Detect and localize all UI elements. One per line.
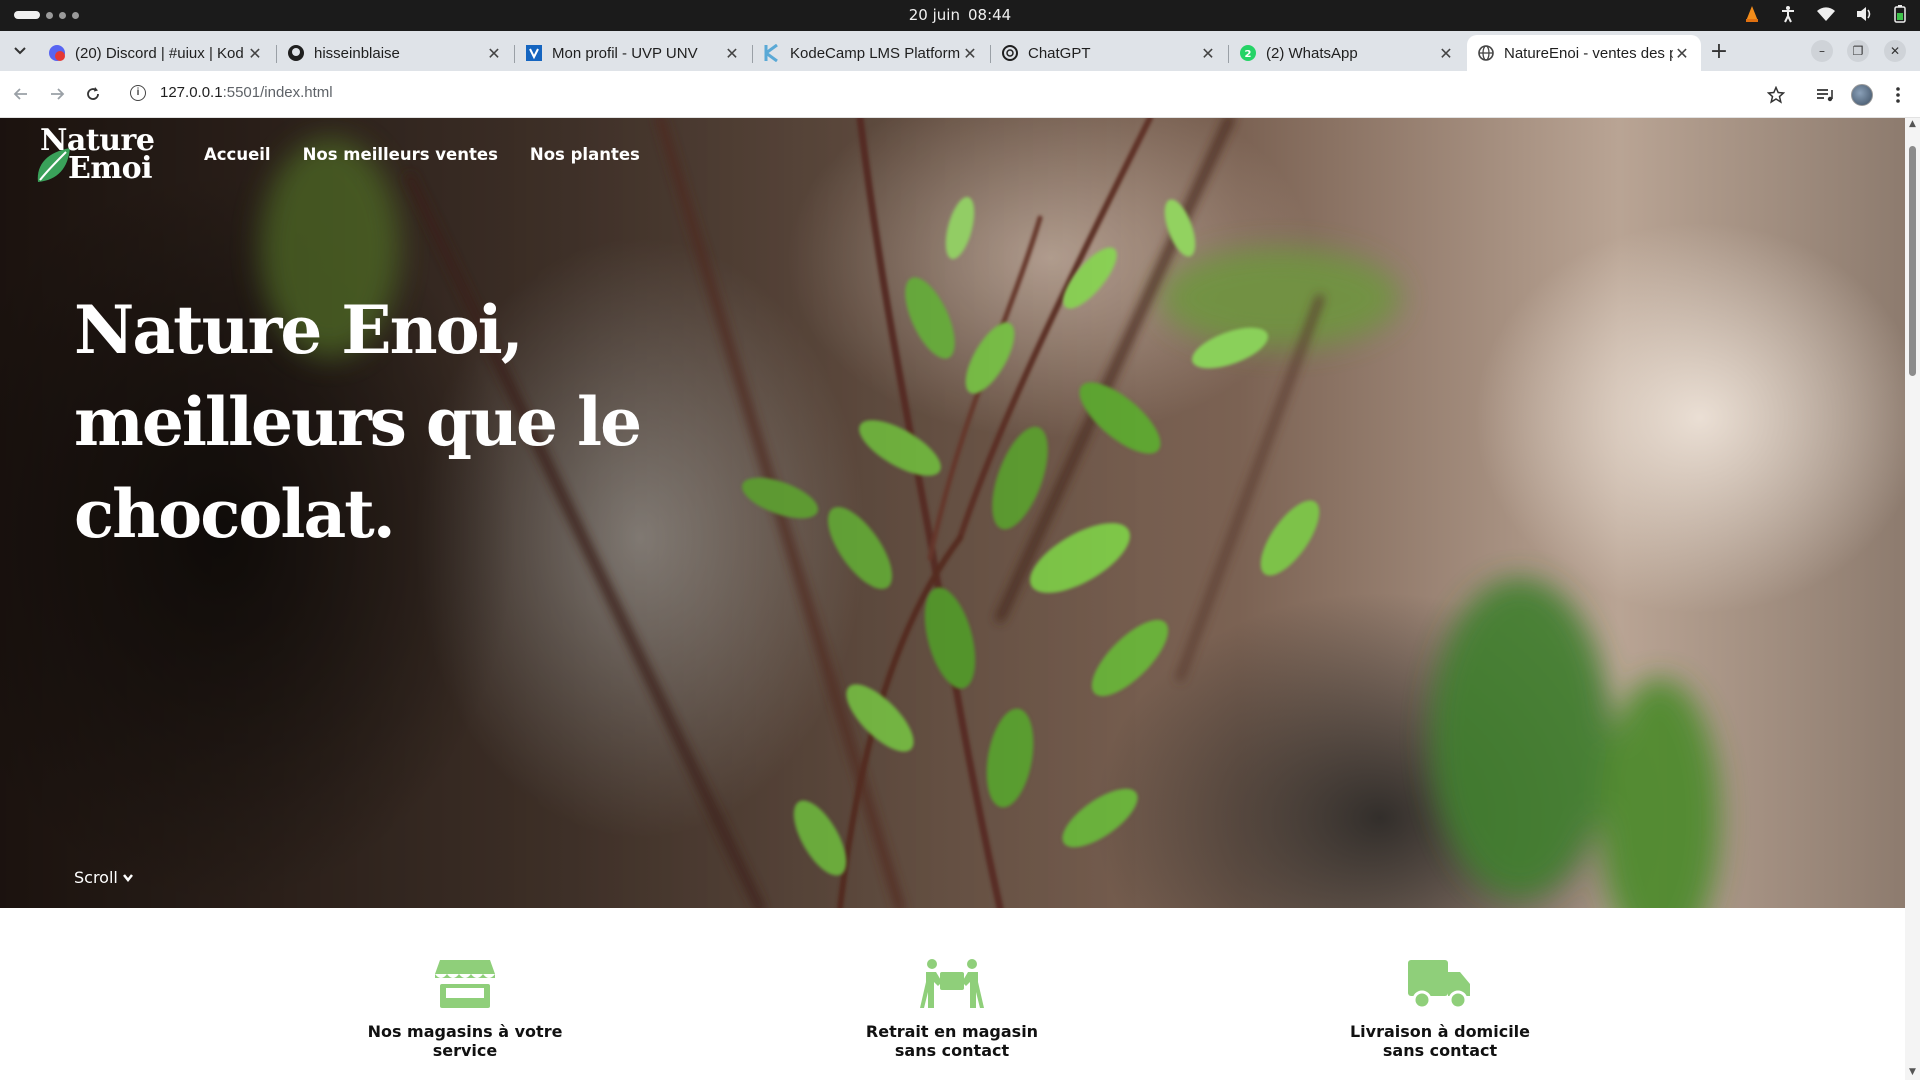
tab-discord[interactable]: (20) Discord | #uiux | Kod ✕: [38, 35, 274, 71]
browser-tab-strip: (20) Discord | #uiux | Kod ✕ hisseinblai…: [0, 31, 1920, 71]
hero-title: Nature Enoi, meilleurs que le chocolat.: [74, 291, 642, 553]
browser-menu-button[interactable]: [1886, 83, 1910, 107]
star-icon: [1767, 86, 1785, 104]
page-viewport: Nature Emoi Accueil Nos meilleurs ventes…: [0, 118, 1905, 1080]
forward-button[interactable]: [46, 83, 68, 105]
restore-button[interactable]: ❐: [1847, 40, 1869, 62]
globe-icon: [1477, 44, 1495, 62]
close-icon[interactable]: ✕: [1437, 44, 1455, 63]
scroll-link[interactable]: Scroll: [74, 868, 134, 887]
feature-label: Livraison à domicile sans contact: [1349, 1022, 1531, 1060]
whatsapp-icon: 2: [1239, 44, 1257, 62]
feature-label: Nos magasins à votre service: [367, 1022, 563, 1060]
feature-item: Nos magasins à votre service: [365, 958, 565, 1060]
avatar: [1851, 84, 1873, 106]
close-icon[interactable]: ✕: [723, 44, 741, 63]
media-control-button[interactable]: [1813, 83, 1837, 107]
delivery-truck-icon: [1408, 960, 1470, 1010]
close-icon[interactable]: ✕: [1199, 44, 1217, 63]
tab-title: Mon profil - UVP UNV: [552, 44, 698, 62]
uvp-icon: [525, 44, 543, 62]
scroll-up-arrow[interactable]: ▲: [1908, 120, 1917, 129]
features-section: Nos magasins à votre service Retrait en …: [0, 908, 1905, 1080]
tab-title: (20) Discord | #uiux | Kod: [75, 44, 244, 62]
discord-icon: [48, 44, 66, 62]
vlc-icon[interactable]: [1744, 5, 1760, 23]
feature-item: Livraison à domicile sans contact: [1340, 958, 1540, 1060]
close-icon[interactable]: ✕: [961, 44, 979, 63]
feature-item: Retrait en magasin sans contact: [852, 958, 1052, 1060]
close-icon[interactable]: ✕: [246, 44, 264, 63]
tab-github[interactable]: hisseinblaise ✕: [277, 35, 513, 71]
kebab-menu-icon: [1896, 87, 1900, 103]
close-icon[interactable]: ✕: [485, 44, 503, 63]
tab-title: hisseinblaise: [314, 44, 400, 62]
page-scrollbar[interactable]: ▲ ▼: [1905, 118, 1920, 1080]
battery-icon[interactable]: [1894, 5, 1906, 23]
url-path: :5501/index.html: [222, 84, 333, 101]
clock-date: 20 juin: [908, 6, 960, 24]
tab-kodecamp[interactable]: KodeCamp LMS Platform ✕: [753, 35, 989, 71]
system-tray[interactable]: [1744, 5, 1906, 23]
os-top-bar: 20 juin 08:44: [0, 0, 1920, 31]
site-navigation: Accueil Nos meilleurs ventes Nos plantes: [204, 145, 640, 164]
close-icon[interactable]: ✕: [1673, 44, 1691, 63]
store-icon: [435, 960, 495, 1008]
new-tab-button[interactable]: +: [1708, 39, 1730, 64]
tab-title: NatureEnoi - ventes des p: [1504, 44, 1673, 62]
people-carry-box-icon: [920, 959, 984, 1008]
reload-button[interactable]: [82, 83, 104, 105]
playlist-icon: [1817, 89, 1833, 102]
tab-title: ChatGPT: [1028, 44, 1091, 62]
bookmark-star-button[interactable]: [1764, 83, 1788, 107]
chevron-down-icon: [122, 873, 133, 882]
url-bar[interactable]: i 127.0.0.1:5501/index.html: [130, 84, 333, 101]
close-window-button[interactable]: ✕: [1884, 40, 1906, 62]
tab-natureenoi-active[interactable]: NatureEnoi - ventes des p ✕: [1467, 35, 1701, 71]
scroll-label: Scroll: [74, 868, 118, 887]
browser-toolbar: i 127.0.0.1:5501/index.html: [0, 71, 1920, 118]
profile-button[interactable]: [1850, 83, 1874, 107]
logo-line-2: Emoi: [68, 151, 153, 186]
kodecamp-icon: [763, 44, 781, 62]
clock-time: 08:44: [967, 6, 1012, 24]
tab-list-button[interactable]: [8, 39, 32, 63]
nav-link-nos-plantes[interactable]: Nos plantes: [530, 145, 640, 164]
volume-icon[interactable]: [1856, 6, 1874, 22]
tab-whatsapp[interactable]: 2 (2) WhatsApp ✕: [1229, 35, 1465, 71]
tab-title: KodeCamp LMS Platform: [790, 44, 961, 62]
arrow-right-icon: [51, 88, 65, 100]
tab-title: (2) WhatsApp: [1266, 44, 1358, 62]
site-logo[interactable]: Nature Emoi: [34, 124, 164, 186]
tab-uvp[interactable]: Mon profil - UVP UNV ✕: [515, 35, 751, 71]
url-host: 127.0.0.1: [160, 84, 223, 101]
feature-label: Retrait en magasin sans contact: [865, 1022, 1039, 1060]
wifi-icon[interactable]: [1816, 6, 1836, 22]
chatgpt-icon: [1001, 44, 1019, 62]
minimize-button[interactable]: –: [1811, 40, 1833, 62]
back-button[interactable]: [10, 83, 32, 105]
scrollbar-thumb[interactable]: [1909, 146, 1916, 376]
github-icon: [287, 44, 305, 62]
chevron-down-icon: [14, 47, 26, 55]
nav-link-meilleurs-ventes[interactable]: Nos meilleurs ventes: [303, 145, 498, 164]
site-info-icon[interactable]: i: [130, 84, 146, 101]
clock[interactable]: 20 juin 08:44: [0, 6, 1920, 24]
whatsapp-badge: 2: [1245, 49, 1252, 60]
reload-icon: [87, 87, 99, 100]
arrow-left-icon: [13, 88, 27, 100]
scroll-down-arrow[interactable]: ▼: [1908, 1068, 1917, 1077]
accessibility-icon[interactable]: [1780, 5, 1796, 23]
tab-chatgpt[interactable]: ChatGPT ✕: [991, 35, 1227, 71]
hero-section: Nature Emoi Accueil Nos meilleurs ventes…: [0, 118, 1905, 908]
nav-link-accueil[interactable]: Accueil: [204, 145, 271, 164]
